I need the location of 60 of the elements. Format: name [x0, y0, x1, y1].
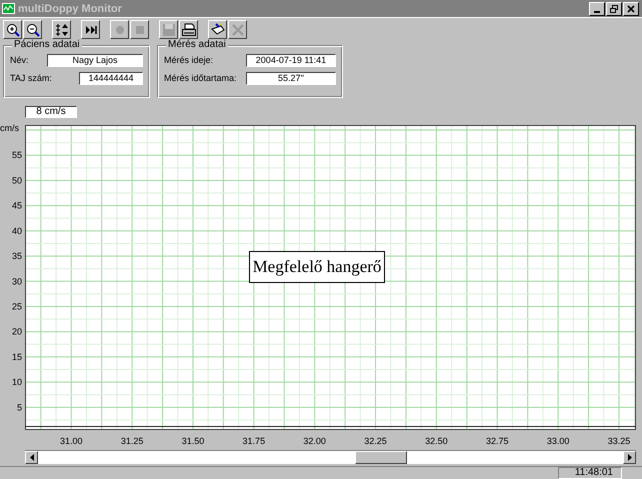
tool-button[interactable] — [208, 20, 227, 40]
printer-icon — [180, 22, 196, 38]
x-tick-label: 32.75 — [486, 436, 509, 446]
scale-field[interactable]: 8 cm/s — [25, 106, 77, 118]
field-label: Név: — [10, 55, 29, 66]
x-tick-label: 32.50 — [425, 436, 448, 446]
group-title: Páciens adatai — [12, 38, 82, 50]
x-tick-label: 31.50 — [182, 436, 204, 446]
x-tick-label: 31.00 — [60, 436, 83, 446]
maximize-button[interactable] — [606, 2, 622, 16]
y-tick-label: 50 — [12, 175, 22, 186]
text-field[interactable]: Nagy Lajos — [47, 54, 143, 67]
fit-button[interactable] — [52, 20, 71, 40]
print-button[interactable] — [179, 20, 198, 40]
y-tick-label: 35 — [12, 250, 22, 261]
vertical-arrows-icon — [54, 22, 70, 38]
y-tick-label: 20 — [12, 326, 22, 336]
field-label: Mérés időtartama: — [164, 73, 237, 84]
y-tick-label: 5 — [16, 402, 22, 412]
magnifier-minus-icon — [24, 22, 40, 38]
text-field[interactable]: 55.27'' — [246, 72, 336, 85]
window-title: multiDoppy Monitor — [18, 2, 122, 14]
field-label: TAJ szám: — [10, 73, 52, 84]
magnifier-plus-icon — [4, 22, 20, 38]
cross-icon — [230, 22, 246, 38]
y-tick-label: 15 — [12, 352, 22, 362]
right-arrow-icon — [628, 454, 632, 461]
scrollbar-thumb[interactable] — [355, 450, 407, 464]
x-tick-label: 32.00 — [303, 436, 326, 446]
x-tick-label: 31.25 — [120, 436, 144, 446]
text-field[interactable]: 144444444 — [79, 72, 143, 85]
y-tick-label: 55 — [12, 150, 22, 160]
x-tick-label: 33.25 — [608, 436, 630, 446]
left-arrow-icon — [30, 454, 34, 461]
app-icon — [2, 3, 15, 14]
y-axis-label: cm/s — [0, 122, 19, 133]
text-field[interactable]: 2004-07-19 11:41 — [246, 54, 336, 67]
x-tick-label: 31.75 — [242, 436, 266, 446]
forward-button[interactable] — [81, 20, 100, 40]
x-tick-label: 33.00 — [546, 436, 570, 446]
scroll-right-button[interactable] — [623, 450, 636, 464]
y-tick-label: 10 — [12, 376, 22, 387]
y-tick-label: 25 — [12, 301, 22, 312]
y-tick-label: 30 — [12, 276, 22, 286]
y-tick-label: 40 — [12, 226, 22, 236]
x-tick-label: 32.25 — [364, 436, 387, 446]
scroll-left-button[interactable] — [25, 450, 38, 464]
field-label: Mérés ideje: — [164, 55, 214, 66]
close-icon — [626, 4, 636, 14]
restore-icon — [609, 4, 619, 14]
zoom-out-button[interactable] — [23, 20, 42, 40]
status-time: 11:48:01 — [558, 466, 622, 479]
close-button[interactable] — [623, 2, 639, 16]
horizontal-scrollbar[interactable] — [25, 450, 636, 464]
y-tick-label: 45 — [12, 200, 22, 210]
minimize-icon — [594, 10, 600, 12]
zoom-in-button[interactable] — [3, 20, 22, 40]
minimize-button[interactable] — [589, 2, 605, 16]
message-box: Megfelelő hangerő — [249, 250, 385, 283]
group-title: Mérés adatai — [166, 38, 228, 50]
